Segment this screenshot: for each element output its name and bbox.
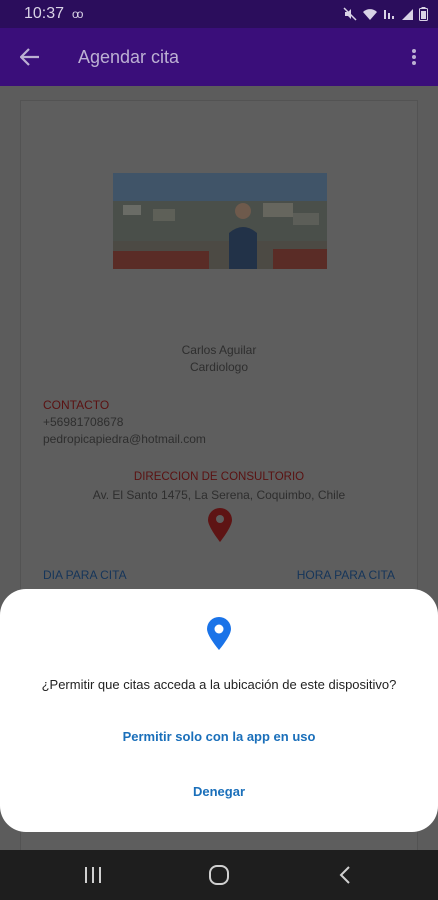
allow-while-using-button[interactable]: Permitir solo con la app en uso	[40, 721, 398, 753]
home-icon[interactable]	[189, 855, 249, 895]
day-label[interactable]: DIA PARA CITA	[43, 568, 127, 582]
contact-phone[interactable]: +56981708678	[43, 415, 123, 429]
doctor-specialty: Cardiologo	[189, 360, 249, 374]
status-time: 10:37	[24, 5, 65, 22]
recent-apps-icon[interactable]	[63, 855, 123, 895]
back-icon[interactable]	[315, 855, 375, 895]
mute-icon	[343, 7, 357, 21]
hour-label[interactable]: HORA PARA CITA	[297, 568, 395, 582]
doctor-name: Carlos Aguilar	[181, 343, 257, 357]
voicemail-icon: oo	[72, 7, 83, 21]
location-permission-dialog: ¿Permitir que citas acceda a la ubicació…	[0, 589, 438, 832]
wifi-icon	[362, 8, 378, 21]
office-heading: DIRECCION DE CONSULTORIO	[133, 471, 305, 483]
battery-icon	[419, 7, 428, 21]
office-address: Av. El Santo 1475, La Serena, Coquimbo, …	[92, 488, 346, 502]
contact-heading: CONTACTO	[43, 398, 110, 412]
location-pin-icon	[205, 617, 233, 651]
doctor-photo	[113, 173, 327, 269]
signal-icon	[400, 8, 414, 21]
deny-button[interactable]: Denegar	[40, 776, 398, 808]
map-pin-icon[interactable]	[207, 507, 233, 543]
page-title: Agendar cita	[78, 46, 180, 67]
status-icons	[343, 7, 428, 21]
more-vertical-icon[interactable]	[404, 45, 424, 69]
back-arrow-icon[interactable]	[18, 45, 42, 69]
lte-icon	[383, 8, 395, 21]
status-bar: 10:37 oo	[0, 0, 438, 28]
app-bar: Agendar cita	[0, 28, 438, 86]
contact-email[interactable]: pedropicapiedra@hotmail.com	[43, 432, 206, 446]
navigation-bar	[0, 850, 438, 900]
permission-message: ¿Permitir que citas acceda a la ubicació…	[41, 677, 397, 692]
